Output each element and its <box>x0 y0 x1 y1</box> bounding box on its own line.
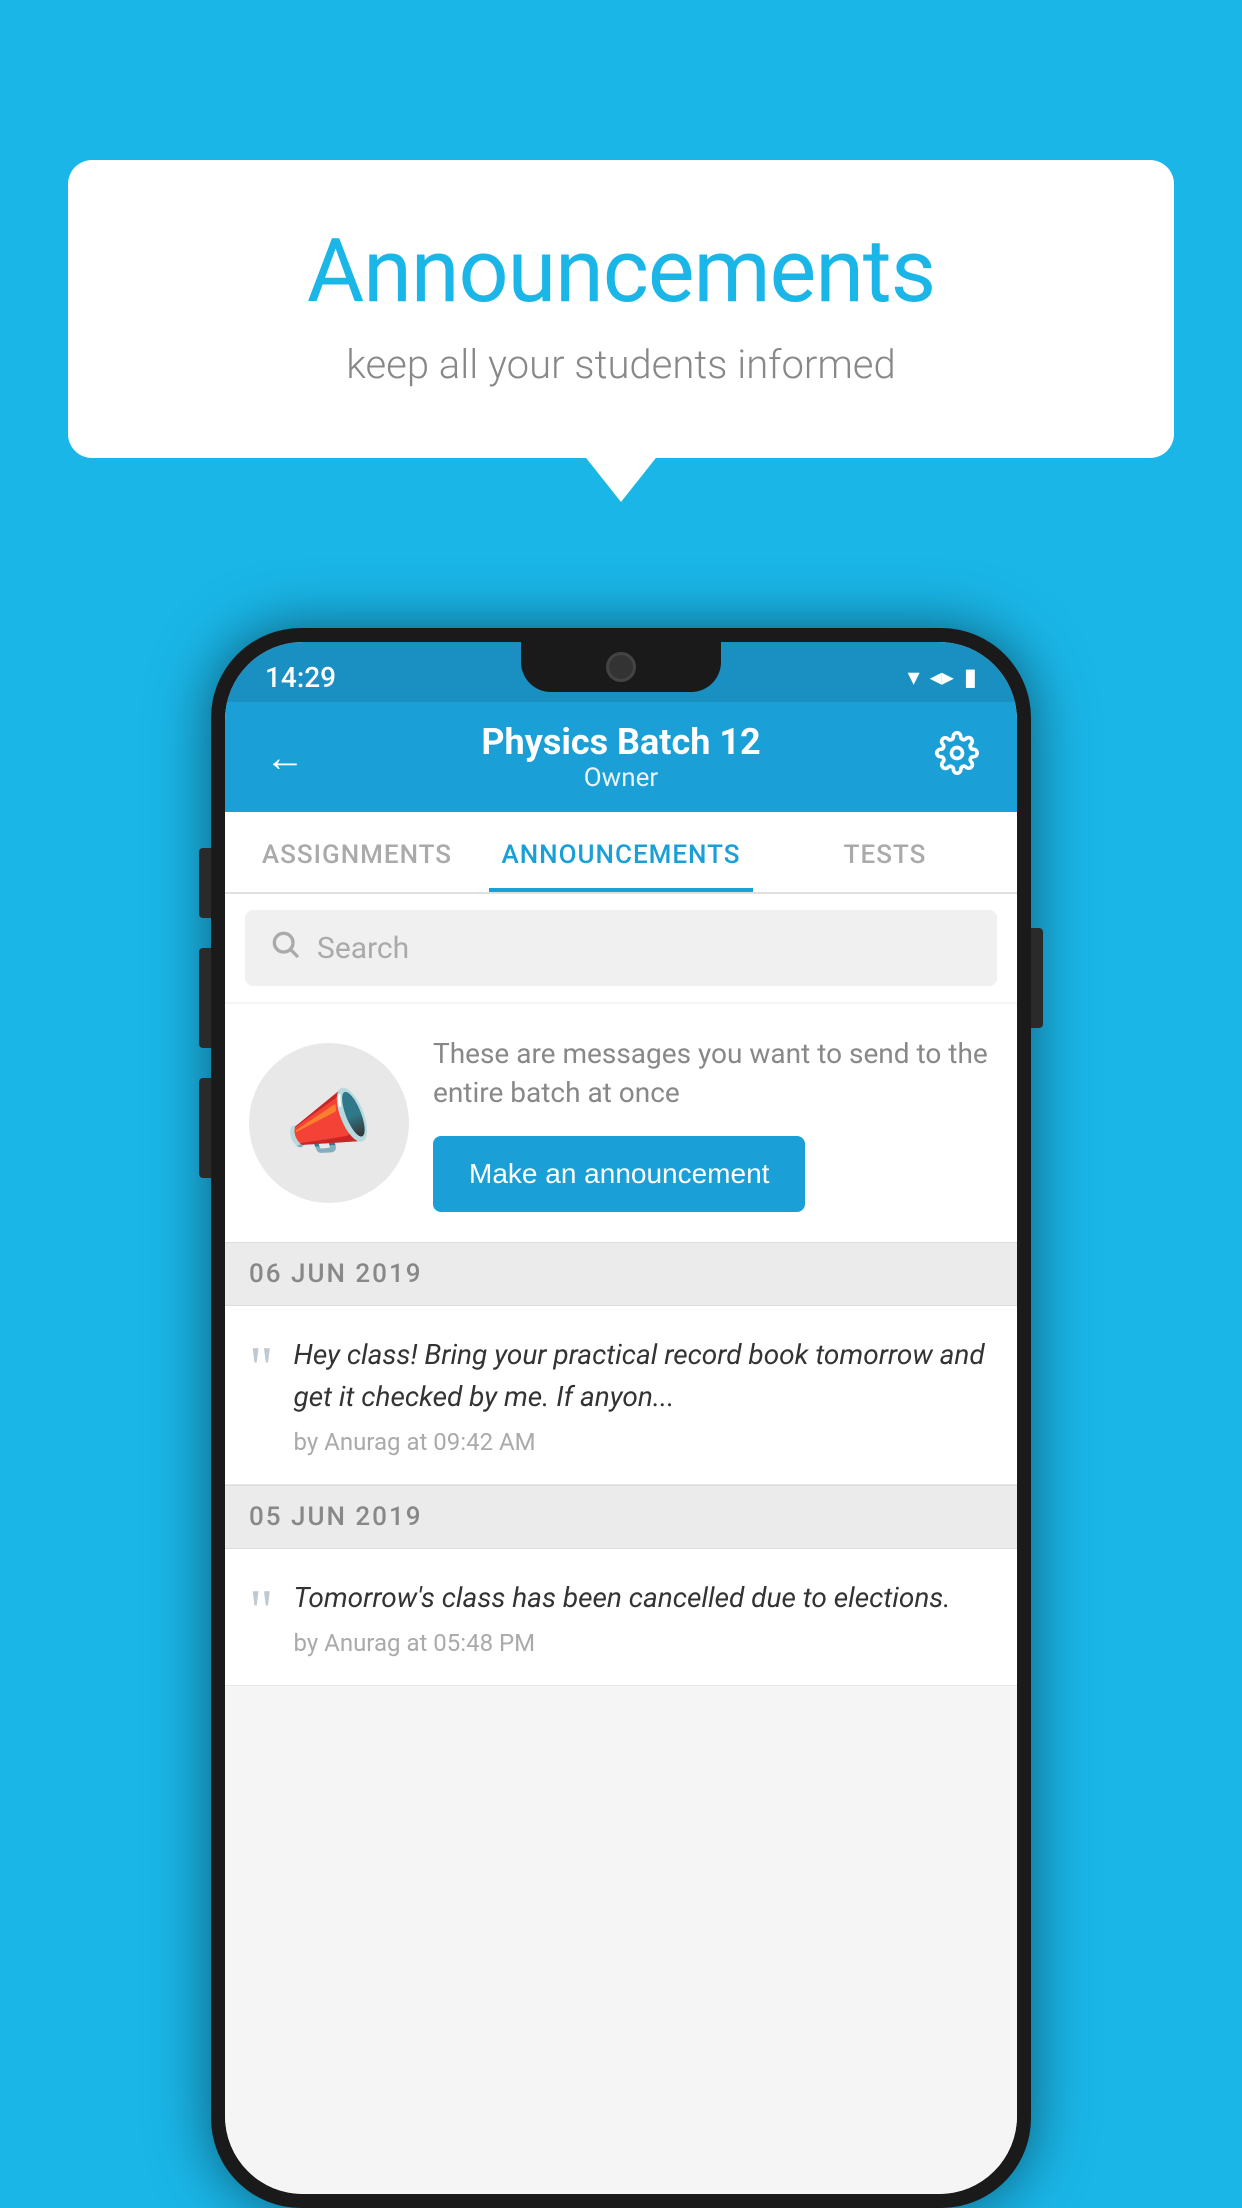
search-container: Search <box>225 894 1017 1002</box>
phone-outer: 14:29 ▾ ◂▸ ▮ ← Physics Batch 12 Owner <box>211 628 1031 2208</box>
message-content-1: Hey class! Bring your practical record b… <box>294 1334 994 1456</box>
batch-title: Physics Batch 12 <box>315 721 927 763</box>
megaphone-icon-circle: 📣 <box>249 1043 409 1203</box>
search-icon <box>269 928 301 968</box>
date-separator-1: 06 JUN 2019 <box>225 1242 1017 1306</box>
status-icons: ▾ ◂▸ ▮ <box>908 663 977 691</box>
screen-content: Search 📣 These are messages you want to … <box>225 894 1017 2194</box>
make-announcement-button[interactable]: Make an announcement <box>433 1136 805 1212</box>
message-meta-1: by Anurag at 09:42 AM <box>294 1428 994 1456</box>
announce-description: These are messages you want to send to t… <box>433 1034 993 1112</box>
batch-role: Owner <box>315 763 927 793</box>
announcement-prompt: 📣 These are messages you want to send to… <box>225 1004 1017 1242</box>
search-placeholder: Search <box>317 931 409 966</box>
header-title-block: Physics Batch 12 Owner <box>315 721 927 793</box>
back-button[interactable]: ← <box>255 734 315 781</box>
message-meta-2: by Anurag at 05:48 PM <box>294 1629 994 1657</box>
bubble-subtitle: keep all your students informed <box>148 341 1094 388</box>
tab-tests[interactable]: TESTS <box>753 812 1017 892</box>
tabs-bar: ASSIGNMENTS ANNOUNCEMENTS TESTS <box>225 812 1017 894</box>
phone-screen: 14:29 ▾ ◂▸ ▮ ← Physics Batch 12 Owner <box>225 642 1017 2194</box>
message-item-1[interactable]: " Hey class! Bring your practical record… <box>225 1306 1017 1485</box>
settings-button[interactable] <box>927 731 987 784</box>
message-content-2: Tomorrow's class has been cancelled due … <box>294 1577 994 1657</box>
phone-camera <box>606 652 636 682</box>
quote-icon-1: " <box>249 1334 274 1398</box>
announce-right: These are messages you want to send to t… <box>433 1034 993 1212</box>
tab-assignments[interactable]: ASSIGNMENTS <box>225 812 489 892</box>
message-item-2[interactable]: " Tomorrow's class has been cancelled du… <box>225 1549 1017 1686</box>
wifi-icon: ▾ <box>908 663 920 691</box>
quote-icon-2: " <box>249 1577 274 1641</box>
search-bar[interactable]: Search <box>245 910 997 986</box>
bubble-title: Announcements <box>148 220 1094 323</box>
speech-bubble-container: Announcements keep all your students inf… <box>68 160 1174 458</box>
signal-icon: ◂▸ <box>930 663 954 691</box>
phone-btn-right <box>1031 928 1043 1028</box>
phone-btn-left3 <box>199 1078 211 1178</box>
app-header: ← Physics Batch 12 Owner <box>225 702 1017 812</box>
megaphone-icon: 📣 <box>285 1082 372 1164</box>
status-time: 14:29 <box>265 661 336 694</box>
message-text-1: Hey class! Bring your practical record b… <box>294 1334 994 1418</box>
date-separator-2: 05 JUN 2019 <box>225 1485 1017 1549</box>
battery-icon: ▮ <box>964 663 977 691</box>
phone-btn-left2 <box>199 948 211 1048</box>
tab-announcements[interactable]: ANNOUNCEMENTS <box>489 812 753 892</box>
phone-btn-left1 <box>199 848 211 918</box>
message-text-2: Tomorrow's class has been cancelled due … <box>294 1577 994 1619</box>
phone-notch <box>521 642 721 692</box>
phone-frame: 14:29 ▾ ◂▸ ▮ ← Physics Batch 12 Owner <box>211 628 1031 2208</box>
speech-bubble: Announcements keep all your students inf… <box>68 160 1174 458</box>
